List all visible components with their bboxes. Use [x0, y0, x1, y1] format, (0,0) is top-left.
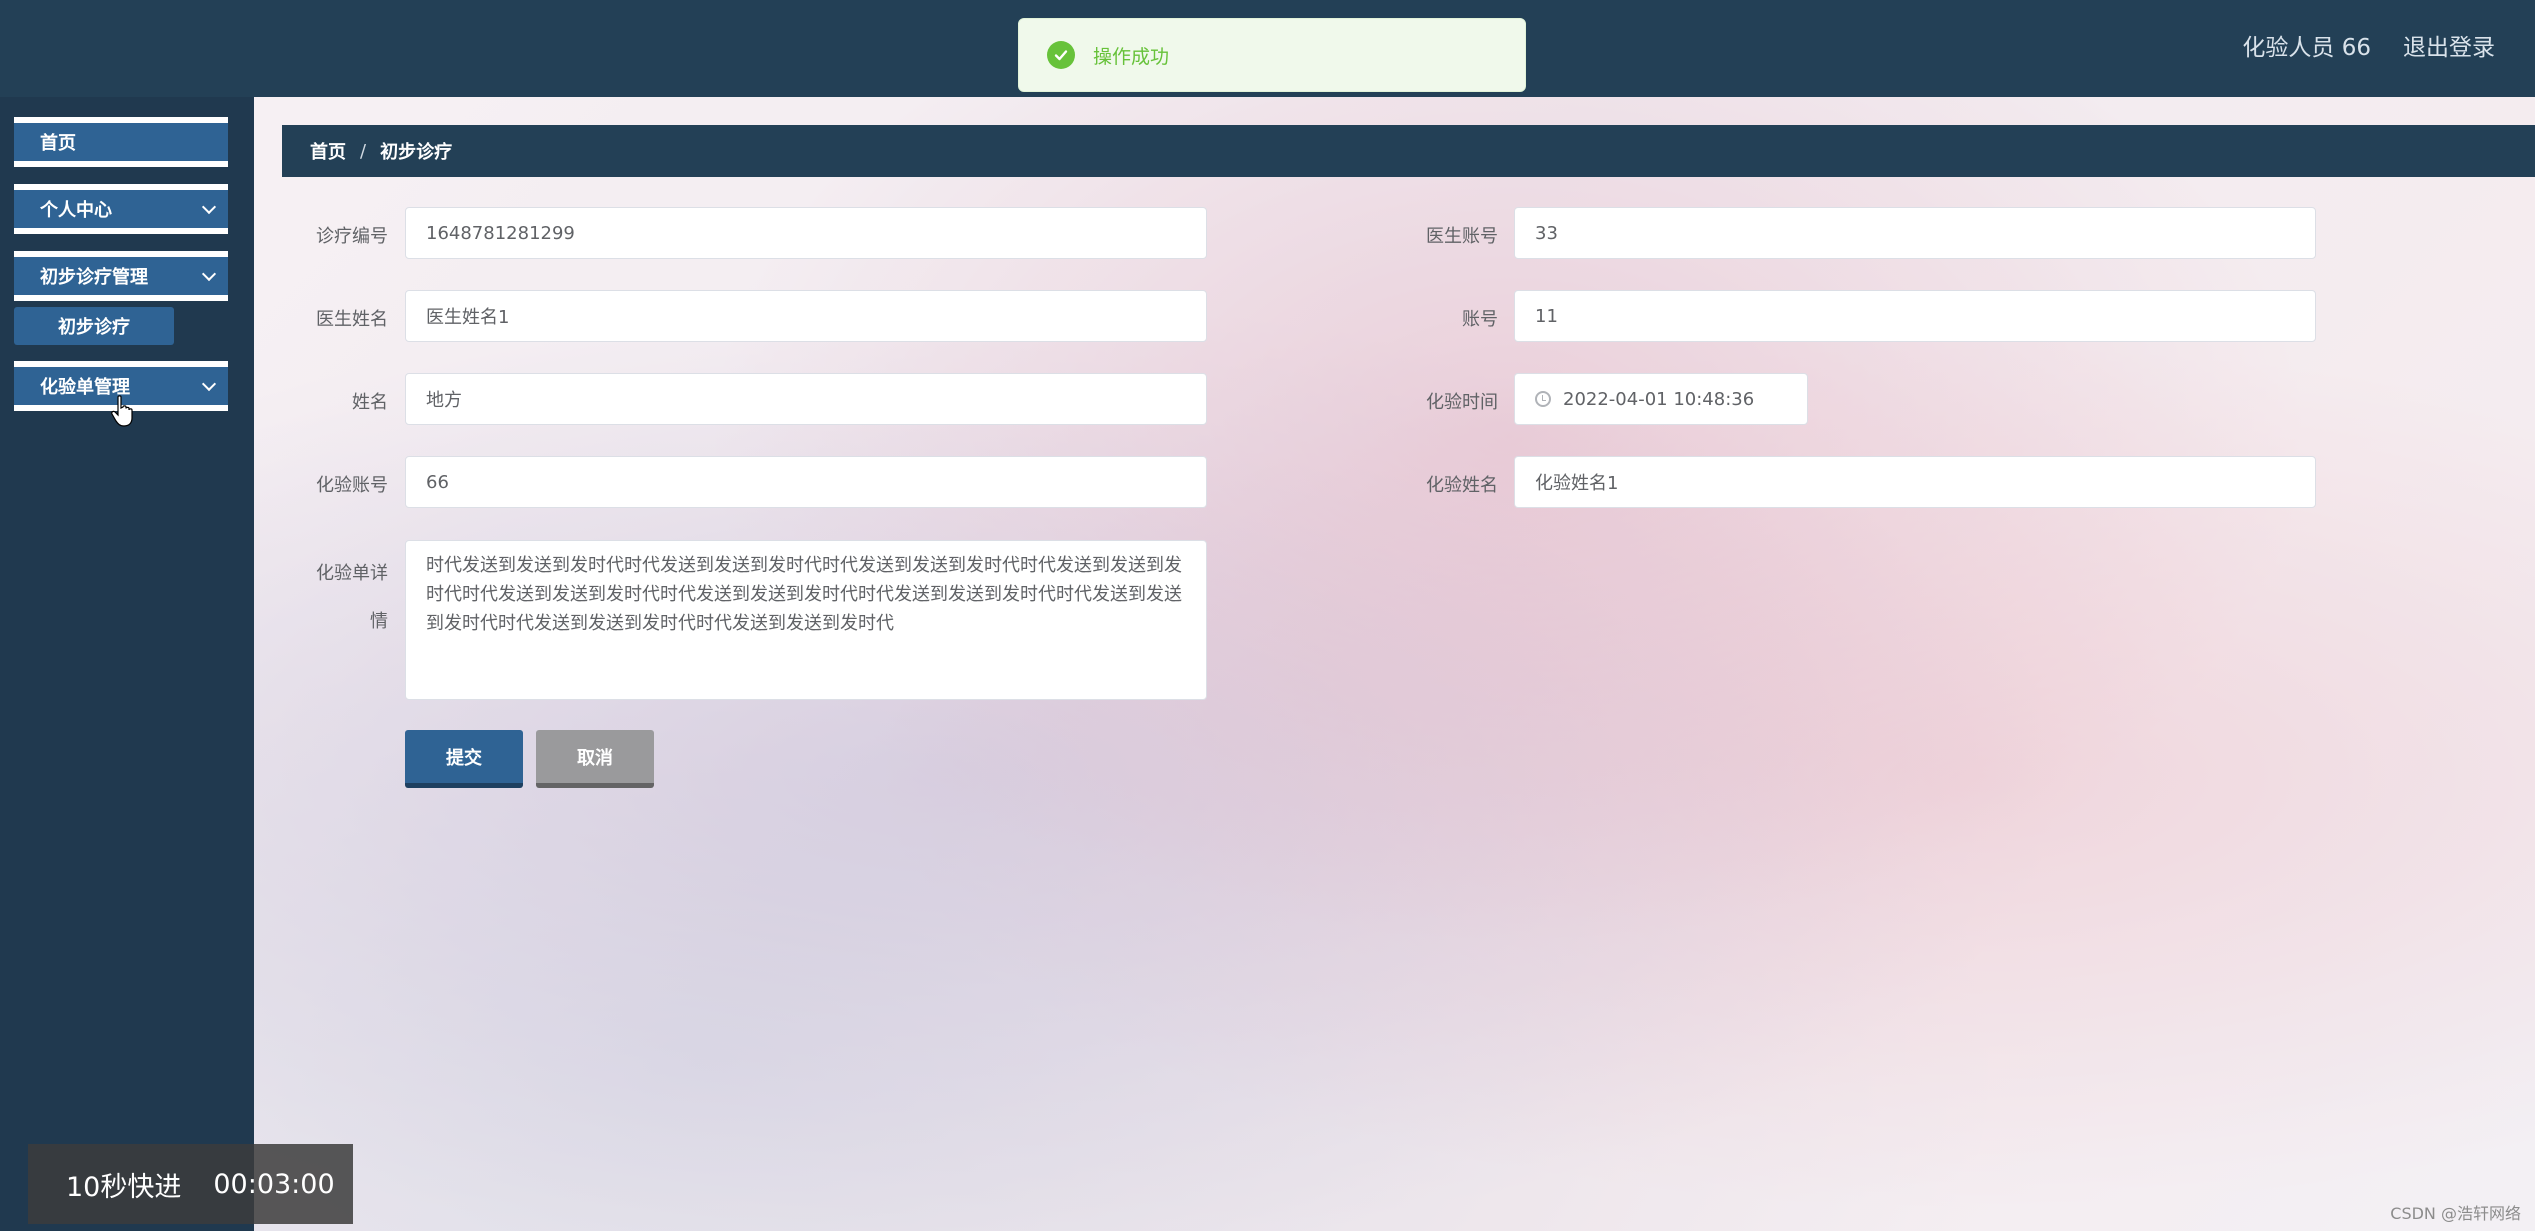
sidebar-item-home[interactable]: 首页 — [14, 117, 228, 167]
check-circle-icon — [1047, 41, 1075, 69]
sidebar-item-diagnosis-management[interactable]: 初步诊疗管理 — [14, 251, 228, 301]
name-label: 姓名 — [352, 392, 388, 413]
test-account-value: 66 — [426, 471, 449, 493]
current-user: 化验人员 66 — [2242, 35, 2371, 61]
logout-link[interactable]: 退出登录 — [2403, 28, 2495, 62]
breadcrumb-separator: / — [360, 140, 367, 162]
test-detail-label-line2: 情 — [370, 611, 388, 632]
success-toast: 操作成功 — [1018, 18, 1526, 92]
test-time-label: 化验时间 — [1426, 392, 1498, 413]
test-detail-label: 化验单详 情 — [300, 550, 388, 646]
diagnosis-no-field[interactable]: 1648781281299 — [405, 207, 1207, 259]
test-detail-label-line1: 化验单详 — [316, 563, 388, 584]
breadcrumb: 首页 / 初步诊疗 — [282, 125, 2535, 177]
user-info: 化验人员 66 退出登录 — [2242, 28, 2495, 62]
diagnosis-no-label: 诊疗编号 — [316, 226, 388, 247]
doctor-account-value: 33 — [1535, 222, 1558, 244]
account-field[interactable]: 11 — [1514, 290, 2316, 342]
test-time-value: 2022-04-01 10:48:36 — [1563, 388, 1755, 410]
name-value: 地方 — [426, 390, 462, 411]
sidebar-subitem-label: 初步诊疗 — [58, 317, 130, 338]
sidebar-item-label: 首页 — [40, 133, 76, 154]
hand-cursor-icon — [111, 395, 133, 427]
sidebar: 首页 个人中心 初步诊疗管理 初步诊疗 化验单管理 — [0, 97, 254, 1231]
breadcrumb-current: 初步诊疗 — [380, 142, 453, 163]
cancel-button[interactable]: 取消 — [536, 730, 654, 788]
account-label: 账号 — [1462, 309, 1498, 330]
clock-icon — [1535, 391, 1551, 407]
doctor-name-label: 医生姓名 — [316, 309, 388, 330]
watermark: CSDN @浩轩网络 — [2390, 1204, 2521, 1223]
breadcrumb-home[interactable]: 首页 — [310, 138, 346, 164]
test-time-field[interactable]: 2022-04-01 10:48:36 — [1514, 373, 1808, 425]
doctor-account-field[interactable]: 33 — [1514, 207, 2316, 259]
test-detail-value: 时代发送到发送到发时代时代发送到发送到发时代时代发送到发送到发时代时代发送到发送… — [426, 555, 1182, 634]
chevron-down-icon — [201, 266, 217, 282]
account-value: 11 — [1535, 305, 1558, 327]
fast-forward-label[interactable]: 10秒快进 — [66, 1165, 181, 1204]
sidebar-item-label: 初步诊疗管理 — [40, 267, 148, 288]
toast-message: 操作成功 — [1093, 45, 1170, 68]
video-overlay: 10秒快进 00:03:00 — [28, 1144, 353, 1224]
test-account-label: 化验账号 — [316, 475, 388, 496]
sidebar-subitem-diagnosis[interactable]: 初步诊疗 — [14, 307, 174, 345]
test-detail-textarea[interactable]: 时代发送到发送到发时代时代发送到发送到发时代时代发送到发送到发时代时代发送到发送… — [405, 540, 1207, 700]
video-timestamp: 00:03:00 — [213, 1168, 335, 1200]
doctor-account-label: 医生账号 — [1426, 226, 1498, 247]
chevron-down-icon — [201, 199, 217, 215]
test-name-value: 化验姓名1 — [1535, 473, 1619, 494]
name-field[interactable]: 地方 — [405, 373, 1207, 425]
test-name-field[interactable]: 化验姓名1 — [1514, 456, 2316, 508]
sidebar-item-personal-center[interactable]: 个人中心 — [14, 184, 228, 234]
doctor-name-field[interactable]: 医生姓名1 — [405, 290, 1207, 342]
diagnosis-no-value: 1648781281299 — [426, 222, 575, 244]
chevron-down-icon — [201, 376, 217, 392]
test-account-field[interactable]: 66 — [405, 456, 1207, 508]
test-name-label: 化验姓名 — [1426, 475, 1498, 496]
doctor-name-value: 医生姓名1 — [426, 307, 510, 328]
sidebar-item-label: 个人中心 — [40, 200, 112, 221]
submit-button[interactable]: 提交 — [405, 730, 523, 788]
